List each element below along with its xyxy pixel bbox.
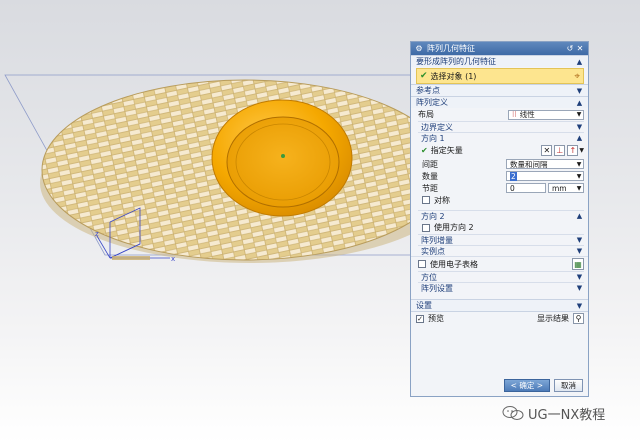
vector-type-icon[interactable]: ↑: [567, 145, 579, 156]
symmetric-row: 对称: [411, 194, 588, 206]
close-icon[interactable]: ✕: [575, 44, 585, 53]
section-geometry[interactable]: 要形成阵列的几何特征 ▲: [411, 55, 588, 67]
count-input[interactable]: 2 ▼: [506, 171, 584, 181]
select-object-row[interactable]: ✔ 选择对象 (1) ⌖: [416, 68, 584, 84]
dropdown-arrow-icon: ▼: [576, 184, 582, 192]
direction1-section[interactable]: 方向 1 ▲: [418, 132, 584, 143]
chevron-down-icon[interactable]: ▼: [579, 147, 584, 154]
dialog-titlebar: ⚙ 阵列几何特征 ↺ ✕: [411, 42, 588, 55]
chevron-up-icon[interactable]: ▲: [575, 212, 584, 220]
section-reference-point[interactable]: 参考点 ▼: [411, 84, 588, 96]
pitch-input[interactable]: 0: [506, 183, 546, 193]
dropdown-arrow-icon[interactable]: ▼: [575, 173, 583, 180]
pattern-geometry-dialog: ⚙ 阵列几何特征 ↺ ✕ 要形成阵列的几何特征 ▲ ✔ 选择对象 (1) ⌖ 参…: [410, 41, 589, 397]
specify-vector-row: ✔ 指定矢量 ✕ ⊥ ↑ ▼: [421, 145, 584, 156]
check-icon: ✔: [421, 146, 428, 155]
orange-button-face: [226, 116, 340, 208]
axis-highlight: [112, 256, 150, 260]
dropdown-arrow-icon: ▼: [576, 111, 582, 118]
reset-icon[interactable]: ↺: [565, 44, 575, 53]
vector-reverse-icon[interactable]: ✕: [541, 145, 553, 156]
preview-checkbox[interactable]: ✓: [416, 314, 424, 323]
use-direction2-row: 使用方向 2: [411, 221, 588, 234]
chevron-up-icon[interactable]: ▲: [575, 58, 584, 66]
pitch-unit-select[interactable]: mm ▼: [548, 183, 584, 193]
gear-icon: ⚙: [415, 44, 423, 53]
chevron-down-icon[interactable]: ▼: [575, 284, 584, 292]
wechat-icon: [502, 406, 524, 420]
watermark: UG一NX教程: [502, 404, 605, 423]
chevron-down-icon[interactable]: ▼: [575, 247, 584, 255]
center-point: [281, 154, 285, 158]
chevron-up-icon[interactable]: ▲: [575, 99, 584, 107]
dialog-buttons: < 确定 > 取消: [503, 379, 583, 392]
section-settings[interactable]: 设置 ▼: [411, 299, 588, 311]
use-direction2-checkbox[interactable]: [422, 223, 430, 232]
chevron-down-icon[interactable]: ▼: [575, 123, 584, 131]
spacing-row: 间距 数量和间隔 ▼: [411, 158, 588, 170]
chevron-down-icon[interactable]: ▼: [575, 273, 584, 281]
boundary-section[interactable]: 边界定义 ▼: [418, 121, 584, 132]
direction2-section[interactable]: 方向 2 ▲: [418, 210, 584, 221]
section-array-definition[interactable]: 阵列定义 ▲: [411, 96, 588, 108]
svg-text:x: x: [171, 255, 175, 263]
array-increment-section[interactable]: 阵列增量 ▼: [418, 234, 584, 245]
array-settings-section[interactable]: 阵列设置 ▼: [418, 282, 584, 293]
crosshair-icon[interactable]: ⌖: [574, 71, 580, 82]
dialog-title: 阵列几何特征: [427, 44, 475, 53]
layout-select[interactable]: ⁝⁝ 线性 ▼: [508, 109, 584, 120]
preview-row: ✓ 预览 显示结果 ⚲: [411, 311, 588, 325]
layout-row: 布局 ⁝⁝ 线性 ▼: [411, 108, 588, 121]
cancel-button[interactable]: 取消: [554, 379, 583, 392]
check-icon: ✔: [420, 71, 428, 81]
use-spreadsheet-row: 使用电子表格 ▦: [411, 256, 588, 271]
vector-dialog-icon[interactable]: ⊥: [554, 145, 566, 156]
orientation-section[interactable]: 方位 ▼: [418, 271, 584, 282]
chevron-down-icon[interactable]: ▼: [575, 302, 584, 310]
svg-text:z: z: [95, 230, 99, 238]
ok-button[interactable]: < 确定 >: [503, 379, 550, 392]
chevron-down-icon[interactable]: ▼: [575, 236, 584, 244]
instance-point-section[interactable]: 实例点 ▼: [418, 245, 584, 256]
dropdown-arrow-icon: ▼: [576, 160, 582, 168]
symmetric-checkbox[interactable]: [422, 196, 430, 204]
count-row: 数量 2 ▼: [411, 170, 588, 182]
magnifier-icon[interactable]: ⚲: [573, 313, 584, 324]
use-spreadsheet-checkbox[interactable]: [418, 260, 426, 268]
spacing-select[interactable]: 数量和间隔 ▼: [506, 159, 584, 169]
pitch-row: 节距 0 mm ▼: [411, 182, 588, 194]
chevron-up-icon[interactable]: ▲: [575, 134, 584, 142]
grid-icon: ⁝⁝: [512, 110, 517, 119]
chevron-down-icon[interactable]: ▼: [575, 87, 584, 95]
spreadsheet-icon[interactable]: ▦: [572, 258, 584, 270]
